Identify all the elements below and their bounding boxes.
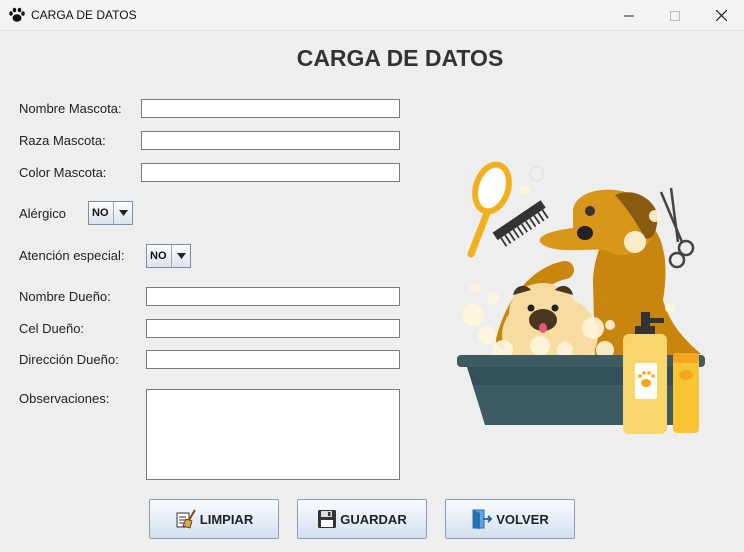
- raza-mascota-label: Raza Mascota:: [19, 133, 106, 148]
- minimize-button[interactable]: [606, 0, 652, 31]
- chevron-down-icon: [171, 245, 190, 267]
- paw-icon: [9, 7, 25, 22]
- direccion-dueno-label: Dirección Dueño:: [19, 352, 119, 367]
- direccion-dueno-field[interactable]: [146, 350, 400, 369]
- guardar-button[interactable]: GUARDAR: [297, 499, 427, 539]
- close-icon: [715, 10, 727, 21]
- cel-dueno-label: Cel Dueño:: [19, 321, 85, 336]
- window-title: CARGA DE DATOS: [31, 8, 137, 22]
- close-button[interactable]: [698, 0, 744, 31]
- atencion-especial-select[interactable]: NO: [146, 244, 191, 268]
- nombre-dueno-label: Nombre Dueño:: [19, 289, 111, 304]
- guardar-button-label: GUARDAR: [340, 511, 407, 527]
- raza-mascota-field[interactable]: [141, 131, 400, 150]
- nombre-mascota-field[interactable]: [141, 99, 400, 118]
- alergico-selected-value: NO: [92, 207, 109, 219]
- observaciones-textarea[interactable]: [146, 389, 400, 480]
- alergico-select[interactable]: NO: [88, 201, 133, 225]
- observaciones-label: Observaciones:: [19, 391, 110, 406]
- maximize-icon: [670, 10, 680, 21]
- minimize-icon: [624, 15, 634, 16]
- atencion-especial-selected-value: NO: [150, 250, 167, 262]
- exit-door-icon: [472, 509, 493, 529]
- nombre-dueno-field[interactable]: [146, 287, 400, 306]
- volver-button-label: VOLVER: [496, 511, 549, 527]
- color-mascota-field[interactable]: [141, 163, 400, 182]
- atencion-especial-label: Atención especial:: [19, 248, 125, 263]
- limpiar-button[interactable]: LIMPIAR: [149, 499, 279, 539]
- scissors-icon: [659, 187, 695, 269]
- cel-dueno-field[interactable]: [146, 319, 400, 338]
- title-bar: CARGA DE DATOS: [0, 0, 744, 31]
- chevron-down-icon: [113, 202, 132, 224]
- bathtub: [457, 355, 705, 425]
- alergico-label: Alérgico: [19, 206, 66, 221]
- hairbrush-icon: [467, 161, 512, 258]
- maximize-button[interactable]: [652, 0, 698, 31]
- dog-bath-grooming-illustration: [457, 161, 705, 434]
- volver-button[interactable]: VOLVER: [445, 499, 575, 539]
- color-mascota-label: Color Mascota:: [19, 165, 107, 180]
- floppy-disk-icon: [318, 510, 337, 528]
- limpiar-button-label: LIMPIAR: [199, 511, 254, 527]
- page-title: CARGA DE DATOS: [296, 45, 504, 71]
- broom-icon: [176, 509, 196, 529]
- nombre-mascota-label: Nombre Mascota:: [19, 101, 122, 116]
